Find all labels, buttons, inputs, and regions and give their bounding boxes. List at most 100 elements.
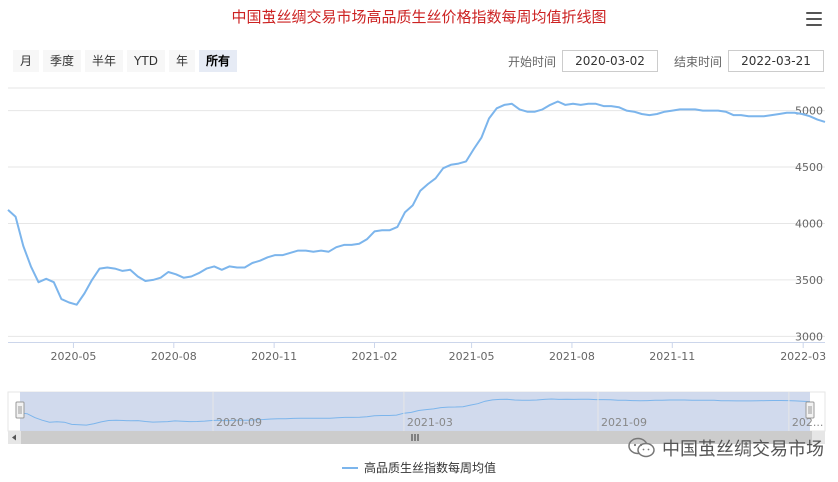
data-point[interactable] xyxy=(471,146,477,152)
data-point[interactable] xyxy=(303,248,309,254)
data-point[interactable] xyxy=(402,209,408,215)
data-point[interactable] xyxy=(204,266,210,272)
data-point[interactable] xyxy=(234,265,240,271)
data-point[interactable] xyxy=(288,250,294,256)
data-point[interactable] xyxy=(662,109,668,115)
data-point[interactable] xyxy=(639,111,645,117)
data-point[interactable] xyxy=(13,214,19,220)
data-point[interactable] xyxy=(715,108,721,114)
data-point[interactable] xyxy=(66,300,72,306)
data-point[interactable] xyxy=(112,266,118,272)
data-point[interactable] xyxy=(318,248,324,254)
data-point[interactable] xyxy=(478,135,484,141)
data-point[interactable] xyxy=(776,111,782,117)
data-point[interactable] xyxy=(547,102,553,108)
data-point[interactable] xyxy=(364,236,370,242)
data-point[interactable] xyxy=(120,268,126,274)
legend[interactable]: 高品质生丝指数每周均值 xyxy=(0,459,838,476)
data-point[interactable] xyxy=(36,279,42,285)
data-point[interactable] xyxy=(761,113,767,119)
data-point[interactable] xyxy=(517,106,523,112)
data-point[interactable] xyxy=(708,108,714,114)
series-line[interactable] xyxy=(7,100,826,306)
data-point[interactable] xyxy=(379,227,385,233)
data-point[interactable] xyxy=(5,207,11,213)
data-point[interactable] xyxy=(753,113,759,119)
data-point[interactable] xyxy=(540,106,546,112)
data-point[interactable] xyxy=(654,111,660,117)
data-point[interactable] xyxy=(425,181,431,187)
data-point[interactable] xyxy=(486,116,492,122)
data-point[interactable] xyxy=(440,165,446,171)
data-point[interactable] xyxy=(135,274,141,280)
data-point[interactable] xyxy=(158,275,164,281)
data-point[interactable] xyxy=(43,276,49,282)
data-point[interactable] xyxy=(104,265,110,271)
data-point[interactable] xyxy=(677,106,683,112)
data-point[interactable] xyxy=(624,108,630,114)
data-point[interactable] xyxy=(685,106,691,112)
data-point[interactable] xyxy=(814,117,820,123)
data-point[interactable] xyxy=(356,241,362,247)
data-point[interactable] xyxy=(700,108,706,114)
data-point[interactable] xyxy=(219,267,225,273)
data-point[interactable] xyxy=(196,270,202,276)
data-point[interactable] xyxy=(81,291,87,297)
data-point[interactable] xyxy=(799,111,805,117)
data-point[interactable] xyxy=(746,113,752,119)
data-point[interactable] xyxy=(326,249,332,255)
data-point[interactable] xyxy=(807,113,813,119)
data-point[interactable] xyxy=(738,112,744,118)
data-point[interactable] xyxy=(310,249,316,255)
data-point[interactable] xyxy=(509,101,515,107)
data-point[interactable] xyxy=(501,102,507,108)
data-point[interactable] xyxy=(593,101,599,107)
data-point[interactable] xyxy=(272,252,278,258)
data-point[interactable] xyxy=(51,279,57,285)
data-point[interactable] xyxy=(555,99,561,105)
data-point[interactable] xyxy=(74,302,80,308)
data-point[interactable] xyxy=(601,103,607,109)
data-point[interactable] xyxy=(494,105,500,111)
data-point[interactable] xyxy=(669,108,675,114)
data-point[interactable] xyxy=(692,106,698,112)
data-point[interactable] xyxy=(394,224,400,230)
data-point[interactable] xyxy=(242,265,248,271)
navigator-left-handle[interactable] xyxy=(15,401,25,419)
data-point[interactable] xyxy=(784,110,790,116)
data-point[interactable] xyxy=(585,101,591,107)
data-point[interactable] xyxy=(532,109,538,115)
data-point[interactable] xyxy=(165,269,171,275)
data-point[interactable] xyxy=(257,258,263,264)
data-point[interactable] xyxy=(562,102,568,108)
data-point[interactable] xyxy=(769,112,775,118)
data-point[interactable] xyxy=(265,254,271,260)
data-point[interactable] xyxy=(89,277,95,283)
data-point[interactable] xyxy=(372,228,378,234)
data-point[interactable] xyxy=(142,278,148,284)
data-point[interactable] xyxy=(28,263,34,269)
data-point[interactable] xyxy=(456,161,462,167)
navigator-right-handle[interactable] xyxy=(805,401,815,419)
data-point[interactable] xyxy=(433,175,439,181)
data-point[interactable] xyxy=(249,260,255,266)
data-point[interactable] xyxy=(127,267,133,273)
data-point[interactable] xyxy=(387,227,393,233)
data-point[interactable] xyxy=(181,275,187,281)
data-point[interactable] xyxy=(723,109,729,115)
data-point[interactable] xyxy=(173,271,179,277)
data-point[interactable] xyxy=(570,101,576,107)
data-point[interactable] xyxy=(646,112,652,118)
data-point[interactable] xyxy=(58,296,64,302)
data-point[interactable] xyxy=(792,110,798,116)
data-point[interactable] xyxy=(410,202,416,208)
data-point[interactable] xyxy=(333,244,339,250)
data-point[interactable] xyxy=(211,263,217,269)
data-point[interactable] xyxy=(524,109,530,115)
data-point[interactable] xyxy=(150,277,156,283)
data-point[interactable] xyxy=(188,274,194,280)
data-point[interactable] xyxy=(608,103,614,109)
data-point[interactable] xyxy=(280,252,286,258)
data-point[interactable] xyxy=(616,104,622,110)
data-point[interactable] xyxy=(631,109,637,115)
